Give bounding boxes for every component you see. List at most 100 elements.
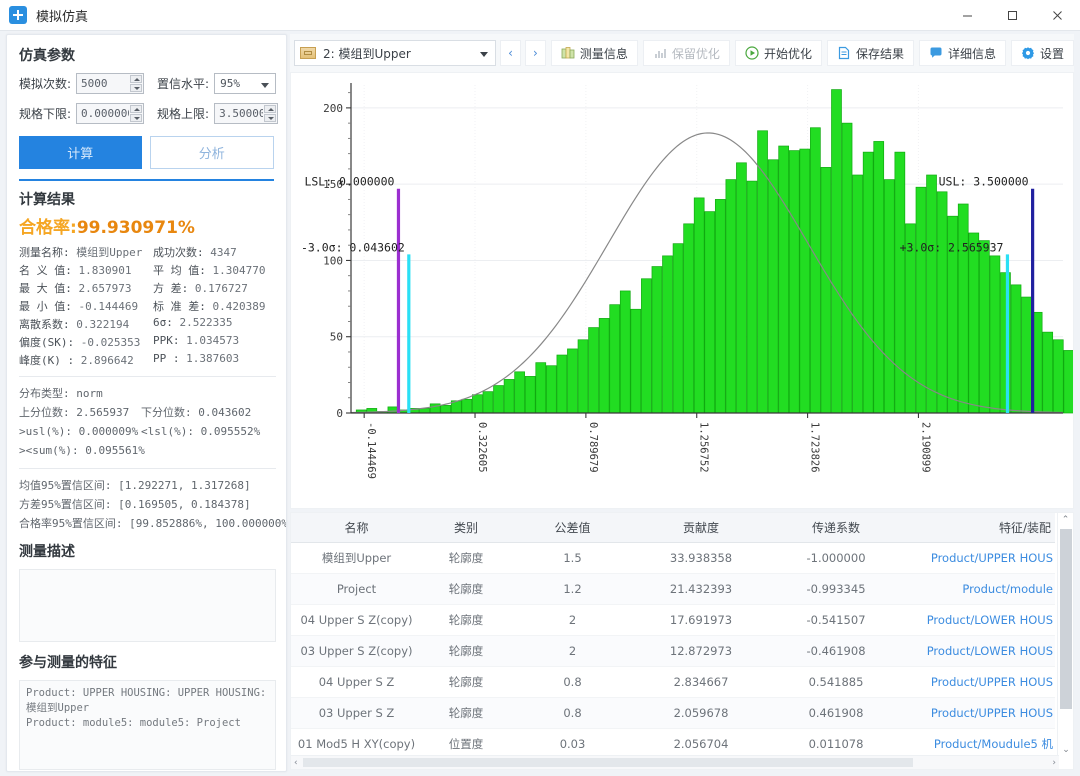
row-coefficient: -1.000000 bbox=[767, 543, 905, 574]
x-tick-label: 1.256752 bbox=[698, 422, 710, 473]
row-name: 04 Upper S Z bbox=[291, 667, 422, 698]
next-button[interactable]: › bbox=[525, 40, 546, 66]
stat-cell: 偏度(SK): -0.025353 bbox=[19, 334, 153, 350]
histogram-bar bbox=[832, 90, 842, 413]
stepper-up-icon[interactable] bbox=[130, 75, 142, 83]
row-coefficient: 0.461908 bbox=[767, 698, 905, 729]
scroll-down-button[interactable]: ⌄ bbox=[1058, 743, 1074, 757]
col-name[interactable]: 名称 bbox=[291, 513, 422, 543]
row-contribution: 33.938358 bbox=[635, 543, 767, 574]
stat-value: 4347 bbox=[210, 246, 237, 259]
analyze-button[interactable]: 分析 bbox=[150, 136, 275, 169]
row-tolerance: 0.8 bbox=[510, 667, 635, 698]
stepper-down-icon[interactable] bbox=[130, 114, 142, 122]
table-row[interactable]: 04 Upper S Z(copy)轮廓度217.691973-0.541507… bbox=[291, 605, 1055, 636]
measure-desc-textarea[interactable] bbox=[19, 569, 276, 642]
col-feature[interactable]: 特征/装配 bbox=[905, 513, 1055, 543]
stepper-down-icon[interactable] bbox=[130, 84, 142, 92]
minimize-button[interactable] bbox=[945, 0, 990, 30]
table-row[interactable]: 03 Upper S Z轮廓度0.82.0596780.461908Produc… bbox=[291, 698, 1055, 729]
window-title: 模拟仿真 bbox=[36, 6, 88, 25]
col-tolerance[interactable]: 公差值 bbox=[510, 513, 635, 543]
sim-count-stepper[interactable] bbox=[76, 73, 144, 94]
table-vertical-scrollbar[interactable]: ⌃ ⌄ bbox=[1057, 513, 1073, 770]
confidence-select[interactable]: 95% bbox=[214, 73, 276, 94]
save-icon bbox=[837, 46, 851, 60]
measurement-selector[interactable]: 2: 模组到Upper bbox=[294, 40, 496, 66]
lsl-stepper[interactable] bbox=[76, 103, 144, 124]
stepper-up-icon[interactable] bbox=[264, 105, 276, 113]
usl-label: 规格上限: bbox=[157, 105, 209, 122]
col-contribution[interactable]: 贡献度 bbox=[635, 513, 767, 543]
confidence-intervals: 均值95%置信区间: [1.292271, 1.317268] 方差95%置信区… bbox=[19, 476, 276, 533]
features-textarea[interactable]: Product: UPPER HOUSING: UPPER HOUSING: 模… bbox=[19, 680, 276, 770]
table-row[interactable]: Project轮廓度1.221.432393-0.993345Product/m… bbox=[291, 574, 1055, 605]
stat-cell: PP : 1.387603 bbox=[153, 352, 276, 368]
row-contribution: 2.834667 bbox=[635, 667, 767, 698]
chevron-down-icon[interactable] bbox=[261, 83, 269, 88]
col-category[interactable]: 类别 bbox=[422, 513, 510, 543]
close-button[interactable] bbox=[1035, 0, 1080, 30]
histogram-bar bbox=[1043, 332, 1053, 413]
confidence-value: 95% bbox=[215, 77, 240, 90]
prev-button[interactable]: ‹ bbox=[500, 40, 521, 66]
start-optimize-label: 开始优化 bbox=[764, 45, 812, 62]
stat-cell: PPK: 1.034573 bbox=[153, 334, 276, 350]
histogram-bar bbox=[525, 376, 535, 413]
stat-cell: 测量名称: 模组到Upper bbox=[19, 244, 153, 260]
measurement-info-button[interactable]: 测量信息 bbox=[551, 40, 638, 66]
histogram-bar bbox=[388, 407, 398, 413]
vertical-scroll-thumb[interactable] bbox=[1060, 529, 1072, 709]
row-coefficient: -0.541507 bbox=[767, 605, 905, 636]
stat-cell: 名 义 值: 1.830901 bbox=[19, 262, 153, 278]
row-name: 03 Upper S Z(copy) bbox=[291, 636, 422, 667]
horizontal-scroll-thumb[interactable] bbox=[303, 758, 913, 767]
table-row[interactable]: 04 Upper S Z轮廓度0.82.8346670.541885Produc… bbox=[291, 667, 1055, 698]
keep-optimize-label: 保留优化 bbox=[672, 45, 720, 62]
usl-arrows[interactable] bbox=[264, 105, 276, 122]
measurement-info-label: 测量信息 bbox=[580, 45, 628, 62]
table-row[interactable]: 模组到Upper轮廓度1.533.938358-1.000000Product/… bbox=[291, 543, 1055, 574]
scroll-left-button[interactable]: ‹ bbox=[294, 758, 298, 768]
stat-key: 峰度(K) : bbox=[19, 354, 74, 367]
lsl-arrows[interactable] bbox=[130, 105, 142, 122]
stat-value: 1.830901 bbox=[79, 264, 132, 277]
detail-info-button[interactable]: 详细信息 bbox=[919, 40, 1006, 66]
detail-info-label: 详细信息 bbox=[948, 45, 996, 62]
histogram-bar bbox=[462, 399, 472, 413]
pass-rate: 合格率:99.930971% bbox=[19, 213, 286, 238]
save-result-button[interactable]: 保存结果 bbox=[827, 40, 914, 66]
stat-cell: 方 差: 0.176727 bbox=[153, 280, 276, 296]
contribution-table-card: 名称 类别 公差值 贡献度 传递系数 特征/装配 模组到Upper轮廓度1.53… bbox=[290, 512, 1074, 770]
app-logo-icon bbox=[9, 6, 27, 24]
scroll-right-button[interactable]: › bbox=[1052, 758, 1056, 768]
row-contribution: 12.872973 bbox=[635, 636, 767, 667]
ci-mean: 均值95%置信区间: [1.292271, 1.317268] bbox=[19, 476, 276, 495]
histogram-bar bbox=[1064, 350, 1073, 413]
calculate-button[interactable]: 计算 bbox=[19, 136, 142, 169]
maximize-button[interactable] bbox=[990, 0, 1035, 30]
stat-cell: 最 小 值: -0.144469 bbox=[19, 298, 153, 314]
stepper-up-icon[interactable] bbox=[130, 105, 142, 113]
keep-optimize-button[interactable]: 保留优化 bbox=[643, 40, 730, 66]
gt-usl-value: 0.000009% bbox=[79, 425, 139, 438]
settings-button[interactable]: 设置 bbox=[1011, 40, 1074, 66]
scroll-up-button[interactable]: ⌃ bbox=[1058, 513, 1073, 527]
ci-variance: 方差95%置信区间: [0.169505, 0.184378] bbox=[19, 495, 276, 514]
col-coefficient[interactable]: 传递系数 bbox=[767, 513, 905, 543]
histogram-bar bbox=[842, 123, 852, 413]
histogram-bar bbox=[663, 256, 673, 413]
row-tolerance: 1.2 bbox=[510, 574, 635, 605]
row-name: 04 Upper S Z(copy) bbox=[291, 605, 422, 636]
stat-value: 模组到Upper bbox=[76, 246, 142, 259]
chevron-down-icon[interactable] bbox=[480, 52, 488, 57]
usl-stepper[interactable] bbox=[214, 103, 278, 124]
table-row[interactable]: 03 Upper S Z(copy)轮廓度212.872973-0.461908… bbox=[291, 636, 1055, 667]
start-optimize-button[interactable]: 开始优化 bbox=[735, 40, 822, 66]
stepper-down-icon[interactable] bbox=[264, 114, 276, 122]
sim-count-label: 模拟次数: bbox=[19, 75, 71, 92]
row-tolerance: 1.5 bbox=[510, 543, 635, 574]
sim-count-arrows[interactable] bbox=[130, 75, 142, 92]
histogram-bar bbox=[1011, 285, 1021, 413]
table-horizontal-scrollbar[interactable]: ‹ › bbox=[291, 755, 1059, 769]
